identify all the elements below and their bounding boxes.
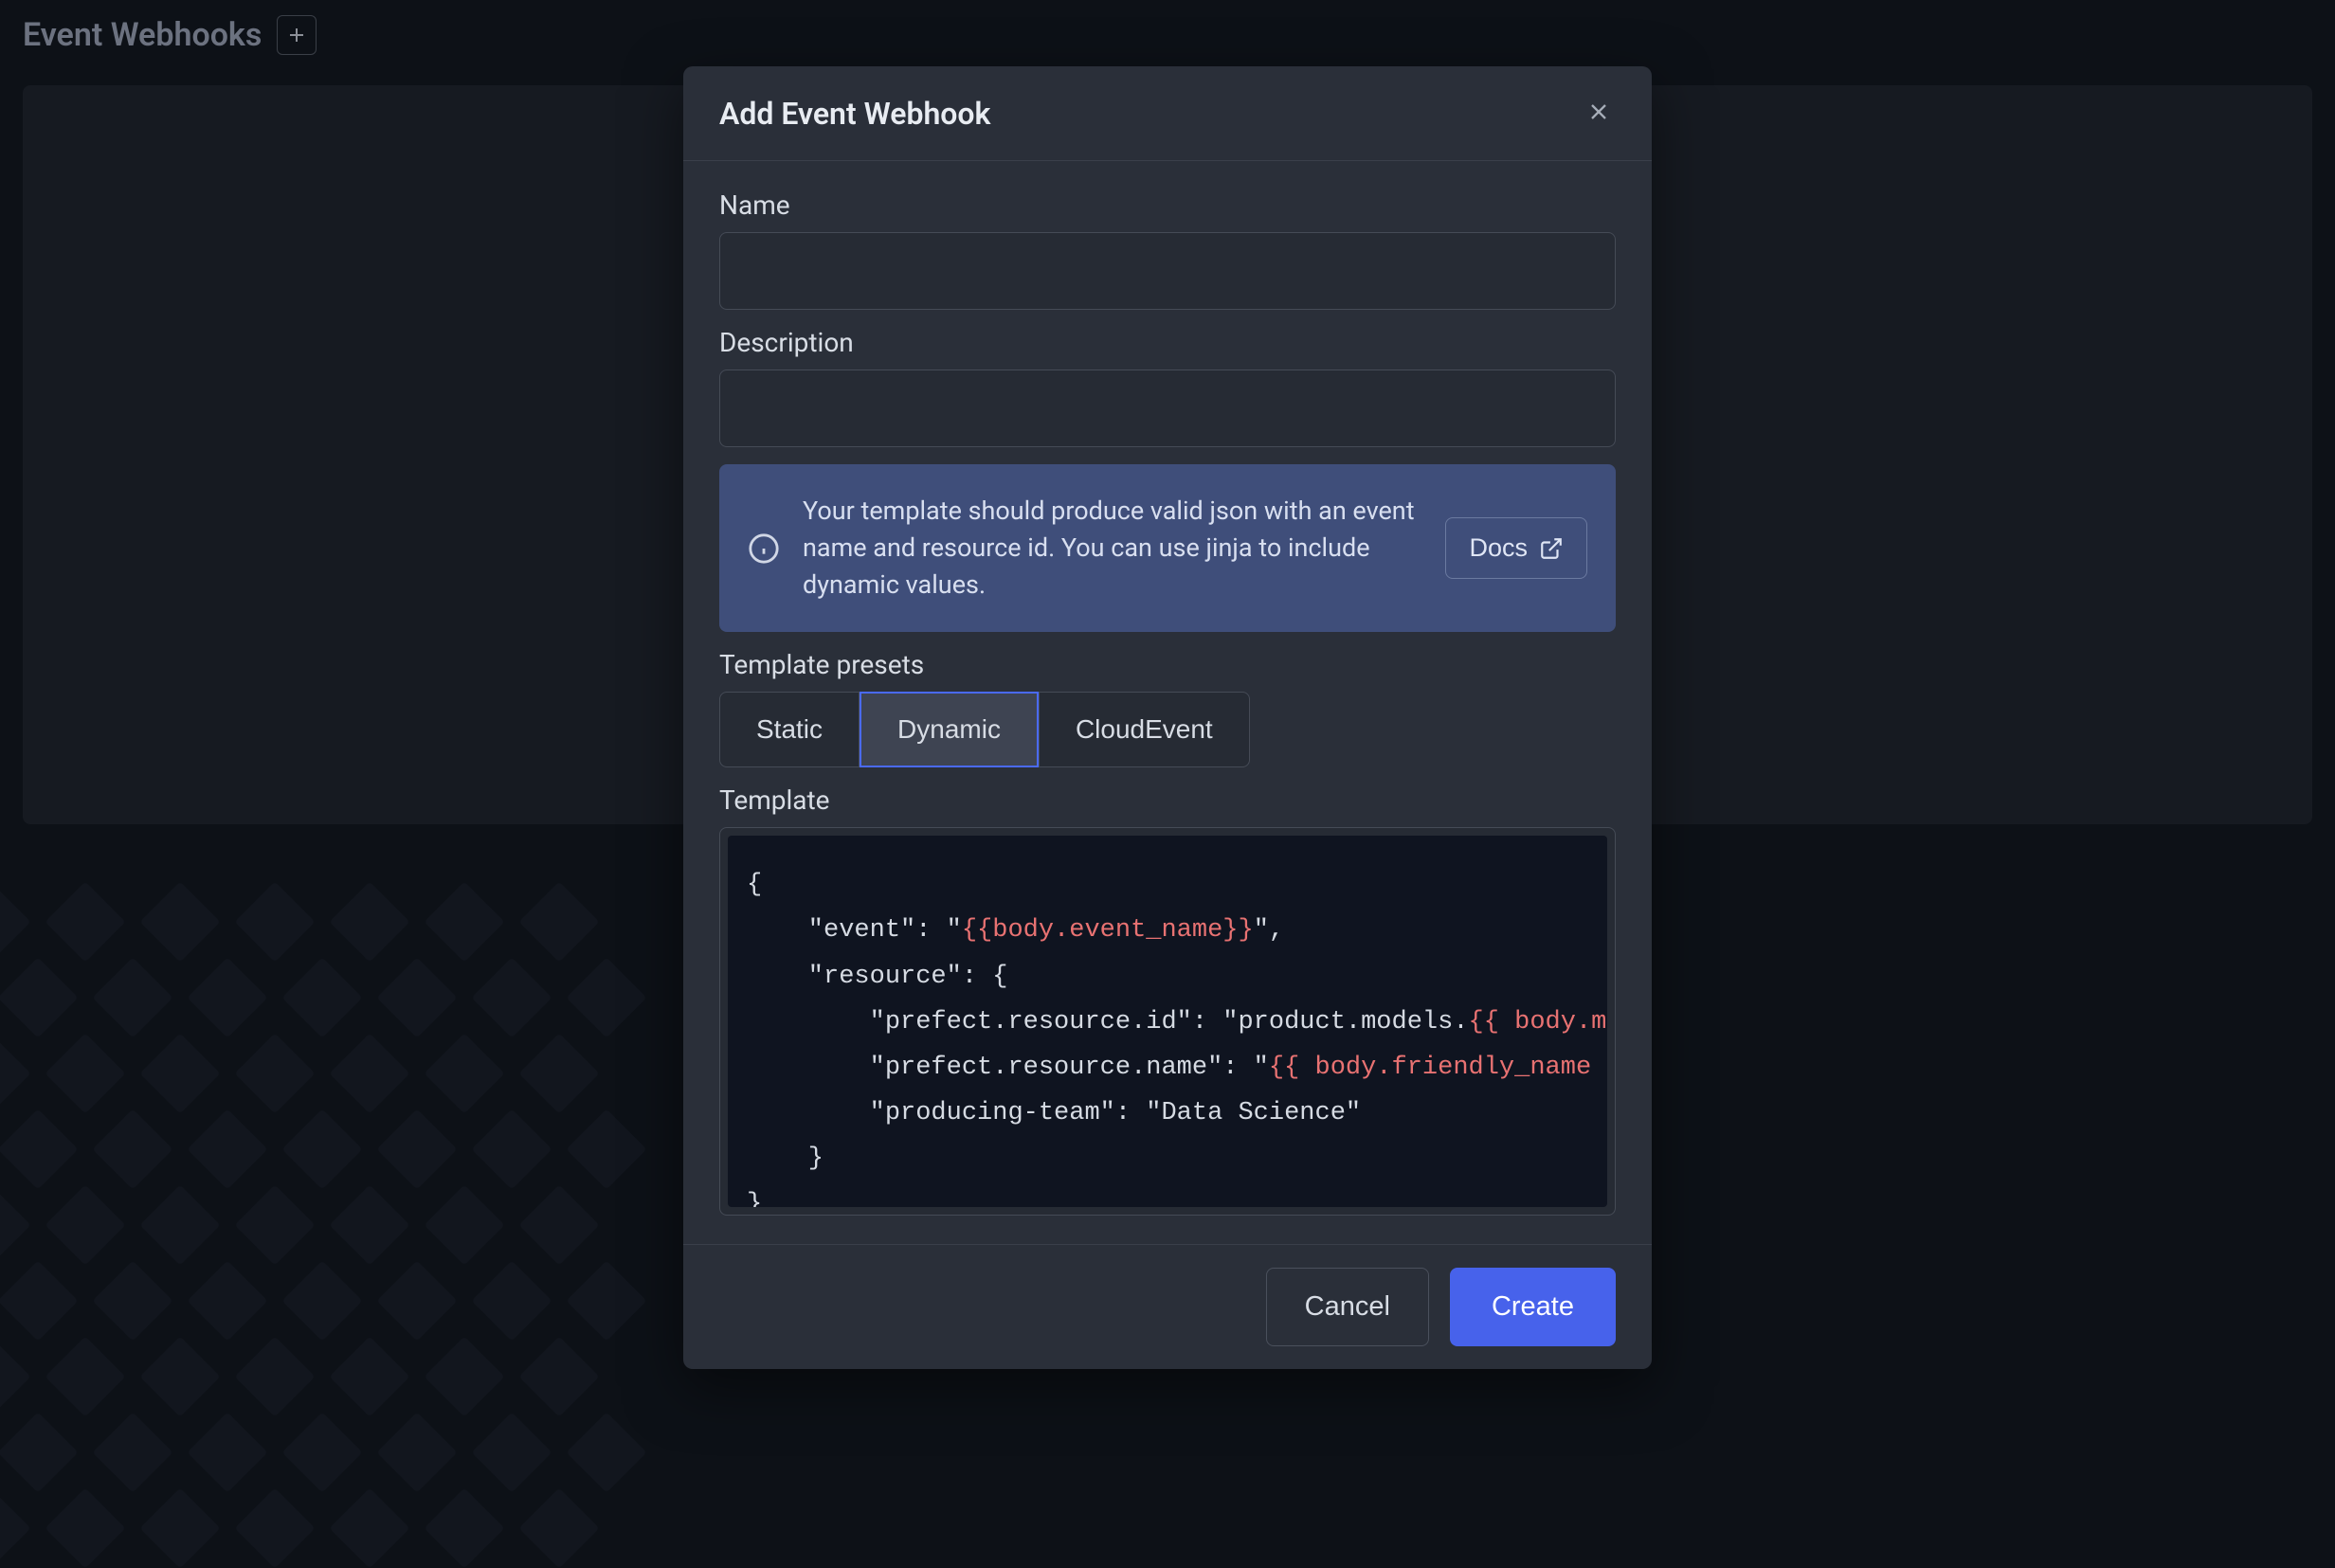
modal-overlay: Add Event Webhook Name Description Your …	[0, 0, 2335, 1519]
description-field-group: Description	[719, 327, 1616, 447]
name-field-group: Name	[719, 189, 1616, 310]
template-editor-container: { "event": "{{body.event_name}}", "resou…	[719, 827, 1616, 1216]
description-label: Description	[719, 327, 1616, 358]
cancel-button[interactable]: Cancel	[1266, 1268, 1429, 1346]
preset-cloudevent[interactable]: CloudEvent	[1039, 692, 1250, 767]
info-icon	[748, 532, 780, 565]
name-input[interactable]	[719, 232, 1616, 310]
template-group: Template { "event": "{{body.event_name}}…	[719, 784, 1616, 1216]
template-editor[interactable]: { "event": "{{body.event_name}}", "resou…	[728, 836, 1607, 1207]
info-text: Your template should produce valid json …	[803, 493, 1422, 604]
modal-header: Add Event Webhook	[683, 66, 1652, 161]
docs-button-label: Docs	[1469, 533, 1528, 563]
modal-body: Name Description Your template should pr…	[683, 161, 1652, 1225]
close-icon	[1585, 99, 1612, 125]
external-link-icon	[1539, 536, 1564, 561]
info-banner: Your template should produce valid json …	[719, 464, 1616, 632]
create-button[interactable]: Create	[1450, 1268, 1616, 1346]
docs-button[interactable]: Docs	[1445, 517, 1587, 579]
close-button[interactable]	[1582, 95, 1616, 132]
template-label: Template	[719, 784, 1616, 816]
template-presets-row: StaticDynamicCloudEvent	[719, 692, 1616, 767]
description-input[interactable]	[719, 369, 1616, 447]
preset-dynamic[interactable]: Dynamic	[860, 692, 1039, 767]
modal-footer: Cancel Create	[683, 1244, 1652, 1369]
template-presets-group: Template presets StaticDynamicCloudEvent	[719, 649, 1616, 767]
template-presets-label: Template presets	[719, 649, 1616, 680]
name-label: Name	[719, 189, 1616, 221]
modal-title: Add Event Webhook	[719, 96, 990, 132]
preset-static[interactable]: Static	[719, 692, 860, 767]
add-event-webhook-modal: Add Event Webhook Name Description Your …	[683, 66, 1652, 1369]
